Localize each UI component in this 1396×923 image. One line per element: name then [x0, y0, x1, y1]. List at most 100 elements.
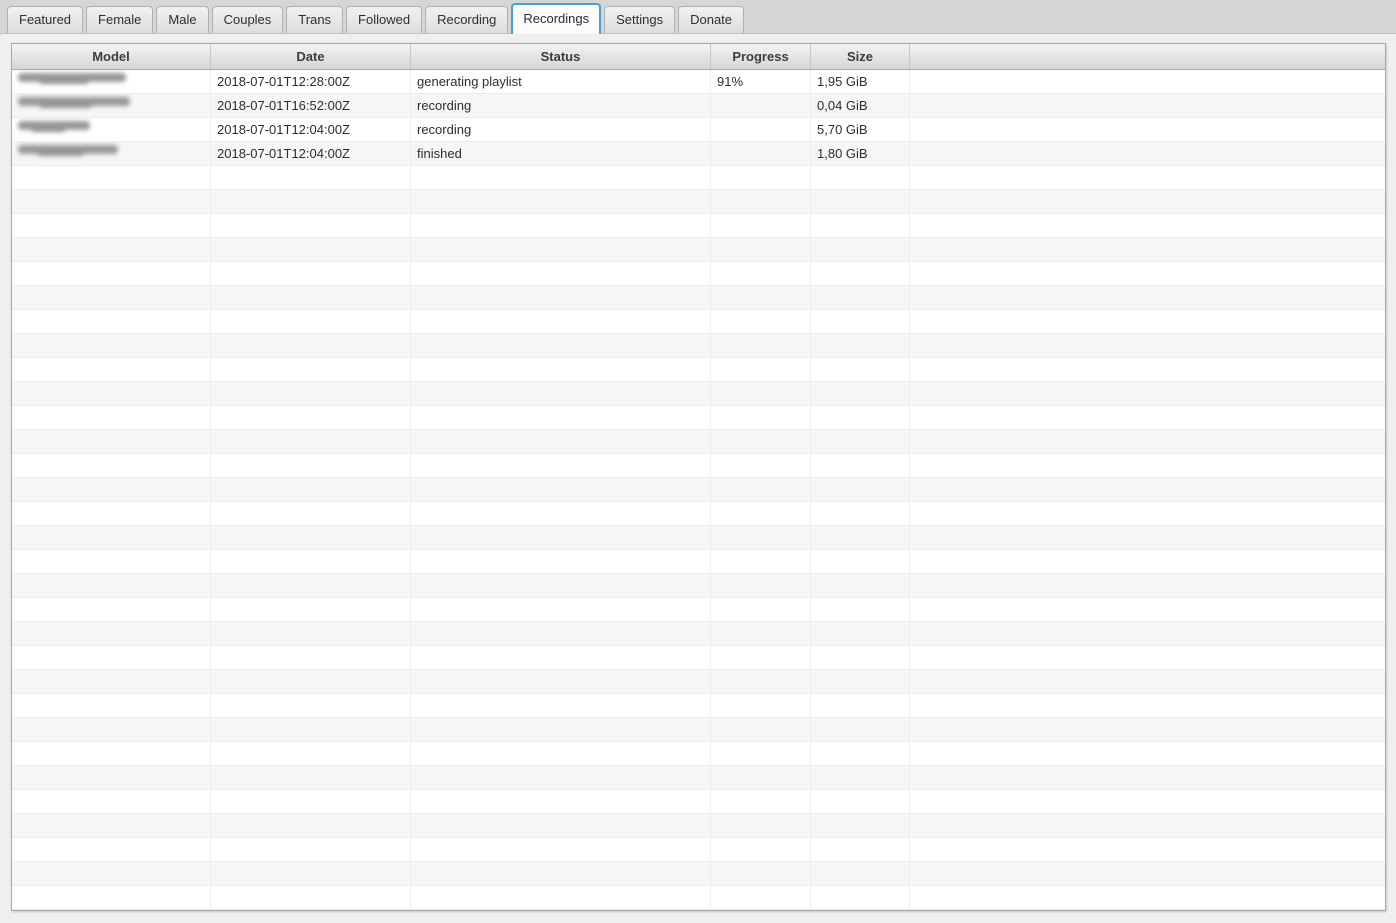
empty-row [12, 622, 1385, 646]
empty-cell [411, 454, 711, 477]
filler-cell [910, 94, 1385, 117]
model-redacted-blur [18, 73, 126, 84]
empty-cell [910, 358, 1385, 381]
column-header-progress[interactable]: Progress [711, 44, 811, 69]
empty-cell [211, 766, 411, 789]
empty-cell [811, 862, 910, 885]
tab-male[interactable]: Male [156, 6, 209, 33]
empty-cell [910, 886, 1385, 909]
empty-cell [811, 550, 910, 573]
empty-cell [910, 238, 1385, 261]
empty-cell [411, 862, 711, 885]
empty-row [12, 694, 1385, 718]
tab-followed[interactable]: Followed [346, 6, 423, 33]
empty-cell [12, 550, 211, 573]
table-row[interactable]: 2018-07-01T12:28:00Z generating playlist 9… [12, 70, 1385, 94]
tab-couples[interactable]: Couples [211, 6, 284, 33]
empty-cell [211, 382, 411, 405]
table-row[interactable]: 2018-07-01T16:52:00Z recording 0,04 GiB [12, 94, 1385, 118]
tab-donate[interactable]: Donate [678, 6, 745, 33]
empty-row [12, 526, 1385, 550]
empty-cell [711, 598, 811, 621]
empty-cell [711, 742, 811, 765]
empty-cell [711, 286, 811, 309]
progress-cell [711, 118, 811, 141]
empty-row [12, 334, 1385, 358]
empty-cell [711, 646, 811, 669]
table-row[interactable]: 2018-07-01T12:04:00Z recording 5,70 GiB [12, 118, 1385, 142]
empty-cell [711, 718, 811, 741]
model-cell [12, 142, 211, 165]
empty-row [12, 262, 1385, 286]
empty-cell [811, 406, 910, 429]
empty-cell [910, 190, 1385, 213]
empty-cell [811, 382, 910, 405]
empty-row [12, 406, 1385, 430]
empty-cell [811, 718, 910, 741]
empty-cell [211, 286, 411, 309]
tab-recording[interactable]: Recording [425, 6, 509, 33]
column-header-status[interactable]: Status [411, 44, 711, 69]
column-header-model[interactable]: Model [12, 44, 211, 69]
empty-cell [12, 238, 211, 261]
empty-cell [711, 550, 811, 573]
empty-cell [211, 454, 411, 477]
empty-cell [411, 334, 711, 357]
empty-cell [411, 694, 711, 717]
empty-cell [711, 358, 811, 381]
tab-featured[interactable]: Featured [7, 6, 84, 33]
empty-cell [12, 574, 211, 597]
filler-cell [910, 142, 1385, 165]
empty-cell [910, 406, 1385, 429]
empty-cell [12, 382, 211, 405]
date-cell: 2018-07-01T12:04:00Z [211, 142, 411, 165]
empty-row [12, 550, 1385, 574]
empty-cell [910, 502, 1385, 525]
empty-cell [711, 670, 811, 693]
empty-cell [12, 358, 211, 381]
empty-cell [811, 502, 910, 525]
empty-row [12, 646, 1385, 670]
empty-cell [910, 670, 1385, 693]
date-cell: 2018-07-01T12:04:00Z [211, 118, 411, 141]
tab-trans[interactable]: Trans [286, 6, 344, 33]
empty-cell [811, 886, 910, 909]
empty-cell [910, 862, 1385, 885]
empty-cell [12, 718, 211, 741]
empty-cell [411, 238, 711, 261]
column-header-date[interactable]: Date [211, 44, 411, 69]
empty-cell [411, 838, 711, 861]
empty-cell [12, 886, 211, 909]
size-cell: 0,04 GiB [811, 94, 910, 117]
tab-recordings[interactable]: Recordings [511, 3, 602, 34]
empty-cell [711, 502, 811, 525]
empty-cell [211, 550, 411, 573]
empty-cell [811, 766, 910, 789]
empty-row [12, 574, 1385, 598]
empty-cell [211, 334, 411, 357]
empty-cell [12, 646, 211, 669]
empty-cell [811, 790, 910, 813]
status-cell: recording [411, 118, 711, 141]
empty-cell [910, 310, 1385, 333]
size-cell: 5,70 GiB [811, 118, 910, 141]
tab-female[interactable]: Female [86, 6, 154, 33]
empty-row [12, 838, 1385, 862]
empty-row [12, 310, 1385, 334]
empty-cell [811, 838, 910, 861]
empty-cell [411, 430, 711, 453]
model-redacted-blur [18, 97, 130, 108]
tab-settings[interactable]: Settings [604, 6, 676, 33]
empty-cell [12, 766, 211, 789]
empty-cell [12, 310, 211, 333]
table-row[interactable]: 2018-07-01T12:04:00Z finished 1,80 GiB [12, 142, 1385, 166]
empty-cell [411, 670, 711, 693]
empty-row [12, 238, 1385, 262]
empty-cell [211, 166, 411, 189]
column-header-size[interactable]: Size [811, 44, 910, 69]
empty-cell [12, 262, 211, 285]
empty-cell [711, 814, 811, 837]
empty-cell [12, 838, 211, 861]
notebook-page: Model Date Status Progress Size 2018-07-01T1… [0, 34, 1396, 911]
progress-cell [711, 142, 811, 165]
